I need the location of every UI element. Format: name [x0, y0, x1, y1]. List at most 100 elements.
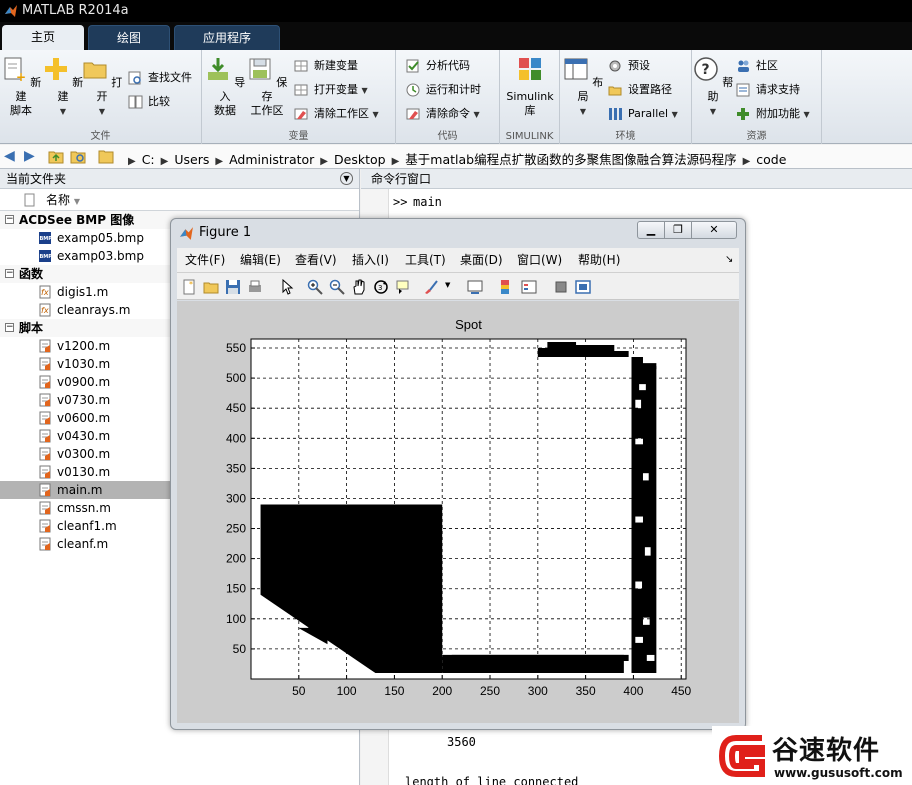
menu-view[interactable]: 查看(V) — [295, 248, 337, 272]
clear-workspace-dropdown-icon[interactable]: ▼ — [373, 110, 379, 119]
menu-desktop[interactable]: 桌面(D) — [460, 248, 503, 272]
svg-text:?: ? — [701, 62, 709, 78]
figure-title-bar[interactable]: Figure 1 ▁ ❐ ✕ — [171, 219, 745, 247]
breadcrumb-item[interactable]: Users — [174, 152, 209, 167]
add-ons-dropdown-icon[interactable]: ▼ — [804, 110, 810, 119]
tab-apps[interactable]: 应用程序 — [174, 25, 280, 50]
analyze-code-button[interactable]: 分析代码 — [406, 56, 470, 76]
find-files-button[interactable]: 查找文件 — [128, 68, 192, 88]
print-figure-icon[interactable] — [247, 279, 263, 295]
clear-commands-dropdown-icon[interactable]: ▼ — [474, 110, 480, 119]
clear-workspace-button[interactable]: 清除工作区 ▼ — [294, 104, 379, 124]
insert-colorbar-icon[interactable] — [497, 279, 513, 295]
collapse-toggle-icon[interactable]: − — [5, 323, 14, 332]
save-workspace-button[interactable]: 保存 工作区 — [246, 56, 288, 118]
figure-window[interactable]: Figure 1 ▁ ❐ ✕ 文件(F) 编辑(E) 查看(V) 插入(I) 工… — [170, 218, 746, 730]
layout-dropdown-icon[interactable]: ▼ — [580, 107, 586, 116]
help-dropdown-icon[interactable]: ▼ — [710, 107, 716, 116]
folder-icon — [98, 150, 114, 164]
file-name: v0430.m — [57, 429, 111, 443]
back-arrow-icon[interactable]: ◀ — [4, 148, 15, 164]
breadcrumb-item[interactable]: Desktop — [334, 152, 386, 167]
browse-folder-icon[interactable] — [70, 149, 86, 164]
hide-plot-tools-icon[interactable] — [553, 279, 569, 295]
brush-icon[interactable] — [423, 279, 439, 295]
breadcrumb-item[interactable]: C: — [142, 152, 155, 167]
up-folder-icon[interactable] — [48, 149, 64, 164]
menu-tools[interactable]: 工具(T) — [405, 248, 446, 272]
collapse-toggle-icon[interactable]: − — [5, 215, 14, 224]
insert-legend-icon[interactable] — [521, 279, 537, 295]
open-dropdown-icon[interactable]: ▼ — [99, 107, 105, 116]
open-variable-button[interactable]: 打开变量 ▼ — [294, 80, 368, 100]
tab-plots[interactable]: 绘图 — [88, 25, 170, 50]
edit-plot-pointer-icon[interactable] — [279, 279, 295, 295]
save-figure-icon[interactable] — [225, 279, 241, 295]
breadcrumb-item[interactable]: 基于matlab编程点扩散函数的多聚焦图像融合算法源码程序 — [405, 152, 736, 167]
restore-icon[interactable]: ❐ — [664, 221, 692, 239]
image-notch-4 — [644, 547, 651, 556]
open-variable-dropdown-icon[interactable]: ▼ — [362, 86, 368, 95]
find-files-icon — [128, 71, 141, 85]
add-ons-button[interactable]: 附加功能 ▼ — [736, 104, 810, 124]
menu-edit[interactable]: 编辑(E) — [240, 248, 281, 272]
tab-home[interactable]: 主页 — [2, 25, 84, 50]
open-file-icon[interactable] — [203, 279, 219, 295]
new-button[interactable]: 新建 ▼ — [42, 56, 84, 119]
column-header-name[interactable]: 名称 ▼ — [0, 189, 359, 211]
breadcrumb-item[interactable]: Administrator — [229, 152, 314, 167]
new-figure-icon[interactable]: * — [181, 279, 197, 295]
panel-menu-icon[interactable]: ▼ — [340, 172, 353, 185]
set-path-button[interactable]: 设置路径 — [608, 80, 672, 100]
menu-file[interactable]: 文件(F) — [185, 248, 225, 272]
pan-hand-icon[interactable] — [351, 279, 367, 295]
import-data-button[interactable]: 导入 数据 — [204, 56, 246, 118]
simulink-library-label: Simulink 库 — [506, 90, 554, 117]
clear-commands-button[interactable]: 清除命令 ▼ — [406, 104, 480, 124]
x-tick-label-6: 350 — [576, 684, 596, 698]
menu-window[interactable]: 窗口(W) — [517, 248, 562, 272]
brush-dropdown-icon[interactable]: ▼ — [445, 281, 450, 289]
command-text[interactable]: main — [413, 195, 442, 209]
simulink-library-button[interactable]: Simulink 库 — [504, 56, 556, 118]
show-plot-tools-icon[interactable] — [575, 279, 591, 295]
folder-section-label: ACDSee BMP 图像 — [19, 213, 135, 227]
compare-label: 比较 — [148, 95, 170, 108]
data-cursor-icon[interactable] — [395, 279, 411, 295]
link-plot-icon[interactable] — [467, 279, 483, 295]
minimize-icon[interactable]: ▁ — [637, 221, 665, 239]
request-support-button[interactable]: 请求支持 — [736, 80, 800, 100]
ribbon-group-simulink: Simulink 库 SIMULINK — [500, 50, 560, 144]
rotate-3d-icon[interactable]: 3 — [373, 279, 389, 295]
spot-plot[interactable]: 50 100 150 200 250 300 350 400 450 50 100 150 200 250… — [177, 301, 739, 723]
new-variable-button[interactable]: 新建变量 — [294, 56, 358, 76]
open-button[interactable]: 打开 ▼ — [81, 56, 123, 119]
zoom-out-icon[interactable] — [329, 279, 345, 295]
script-file-icon — [39, 447, 51, 461]
dock-arrow-icon[interactable]: ↘ — [725, 248, 733, 272]
compare-button[interactable]: 比较 — [128, 92, 170, 112]
ribbon-tab-bar: 主页 绘图 应用程序 — [0, 22, 912, 50]
x-tick-label-2: 150 — [384, 684, 404, 698]
breadcrumb-item[interactable]: code — [756, 152, 786, 167]
preferences-button[interactable]: 预设 — [608, 56, 650, 76]
parallel-button[interactable]: Parallel ▼ — [608, 104, 678, 124]
parallel-dropdown-icon[interactable]: ▼ — [672, 110, 678, 119]
help-button[interactable]: ? 帮助 ▼ — [692, 56, 734, 119]
watermark-brand: 谷速软件 — [772, 736, 881, 766]
layout-button[interactable]: 布局 ▼ — [562, 56, 604, 119]
run-and-time-button[interactable]: 运行和计时 — [406, 80, 481, 100]
close-icon[interactable]: ✕ — [691, 221, 737, 239]
new-dropdown-icon[interactable]: ▼ — [60, 107, 66, 116]
community-button[interactable]: 社区 — [736, 56, 778, 76]
menu-insert[interactable]: 插入(I) — [352, 248, 389, 272]
forward-arrow-icon[interactable]: ▶ — [24, 148, 35, 164]
svg-text:BMP: BMP — [40, 236, 53, 242]
folder-section-label: 函数 — [19, 267, 44, 281]
collapse-toggle-icon[interactable]: − — [5, 269, 14, 278]
figure-canvas[interactable]: 50 100 150 200 250 300 350 400 450 50 100 150 200 250… — [177, 301, 739, 723]
image-notch-9 — [639, 384, 646, 391]
new-script-button[interactable]: + 新建 脚本 — [0, 56, 42, 118]
menu-help[interactable]: 帮助(H) — [578, 248, 620, 272]
zoom-in-icon[interactable] — [307, 279, 323, 295]
